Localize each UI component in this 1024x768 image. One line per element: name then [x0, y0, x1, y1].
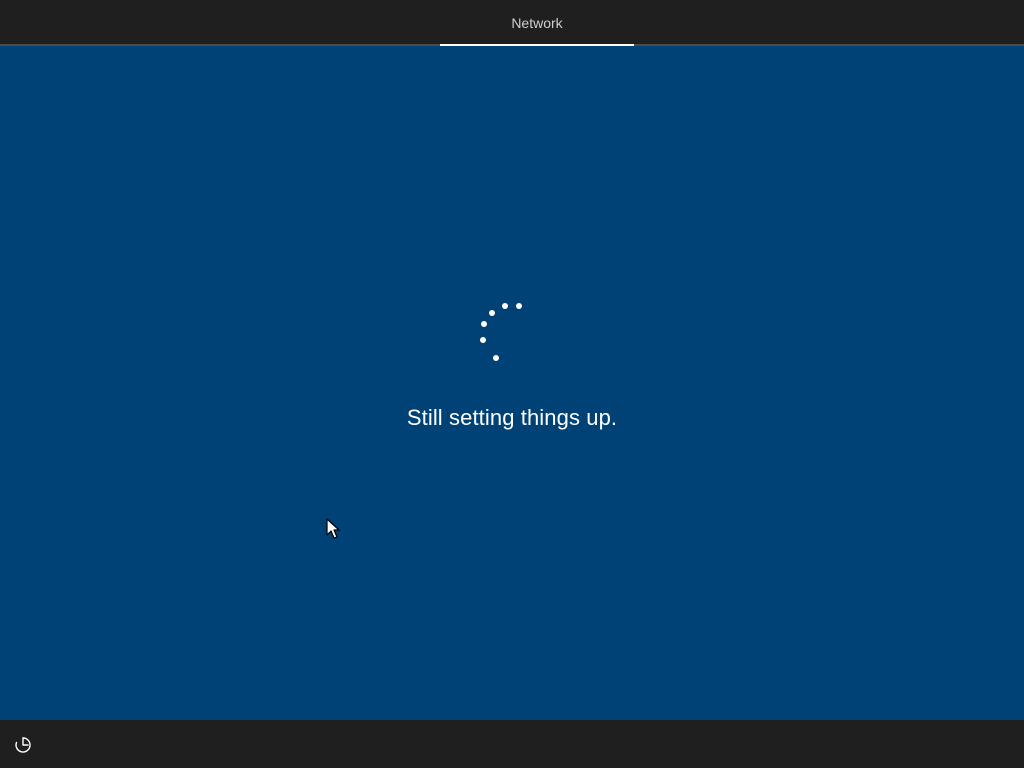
step-tab-label: Network: [511, 15, 563, 31]
ease-of-access-icon: [15, 737, 31, 753]
main-content: [0, 48, 1024, 720]
status-message: Still setting things up.: [406, 405, 618, 430]
bottom-bar: [0, 720, 1024, 768]
top-step-bar: Network: [0, 0, 1024, 46]
step-tab-network: Network: [440, 0, 634, 46]
ease-of-access-button[interactable]: [12, 734, 34, 756]
active-step-underline: [440, 44, 634, 46]
oobe-screen: Network Still setting things up.: [0, 0, 1024, 768]
mouse-pointer-icon: [326, 518, 340, 539]
